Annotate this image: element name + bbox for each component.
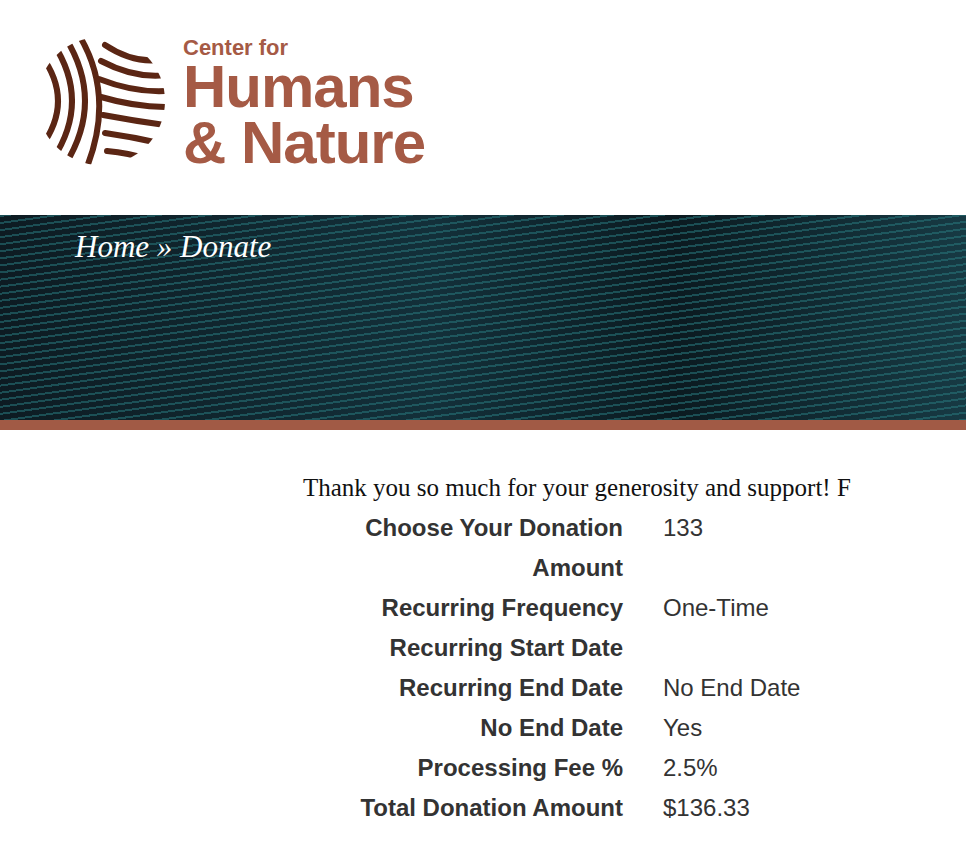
thank-you-message: Thank you so much for your generosity an…	[303, 468, 966, 508]
field-label: No End Date	[303, 708, 623, 748]
breadcrumb: Home » Donate	[75, 227, 966, 267]
logo-line: Center for	[183, 35, 425, 59]
field-value: No End Date	[663, 668, 966, 708]
breadcrumb-item: Donate	[180, 229, 271, 264]
field-label: Total Donation Amount	[303, 788, 623, 828]
field-value: One-Time	[663, 588, 966, 628]
field-value: 2.5%	[663, 748, 966, 788]
field-label: Choose Your Donation Amount	[303, 508, 623, 588]
donation-summary: Choose Your Donation Amount 133 Recurring …	[303, 508, 966, 828]
breadcrumb-item[interactable]: Home	[75, 229, 149, 264]
site-header: Center for Humans & Nature	[0, 0, 966, 215]
logo-line: & Nature	[183, 115, 425, 171]
yarn-logo-icon[interactable]	[35, 35, 167, 167]
logo-text[interactable]: Center for Humans & Nature	[167, 35, 425, 171]
breadcrumb-separator: »	[157, 229, 173, 264]
field-value: $136.33	[663, 788, 966, 828]
confirmation: Thank you so much for your generosity an…	[0, 430, 966, 828]
field-label: Recurring End Date	[303, 668, 623, 708]
field-label: Processing Fee %	[303, 748, 623, 788]
field-value	[663, 628, 966, 668]
field-label: Recurring Start Date	[303, 628, 623, 668]
field-value: Yes	[663, 708, 966, 748]
field-value: 133	[663, 508, 966, 588]
field-label: Recurring Frequency	[303, 588, 623, 628]
banner: Home » Donate	[0, 215, 966, 430]
logo-line: Humans	[183, 59, 425, 115]
